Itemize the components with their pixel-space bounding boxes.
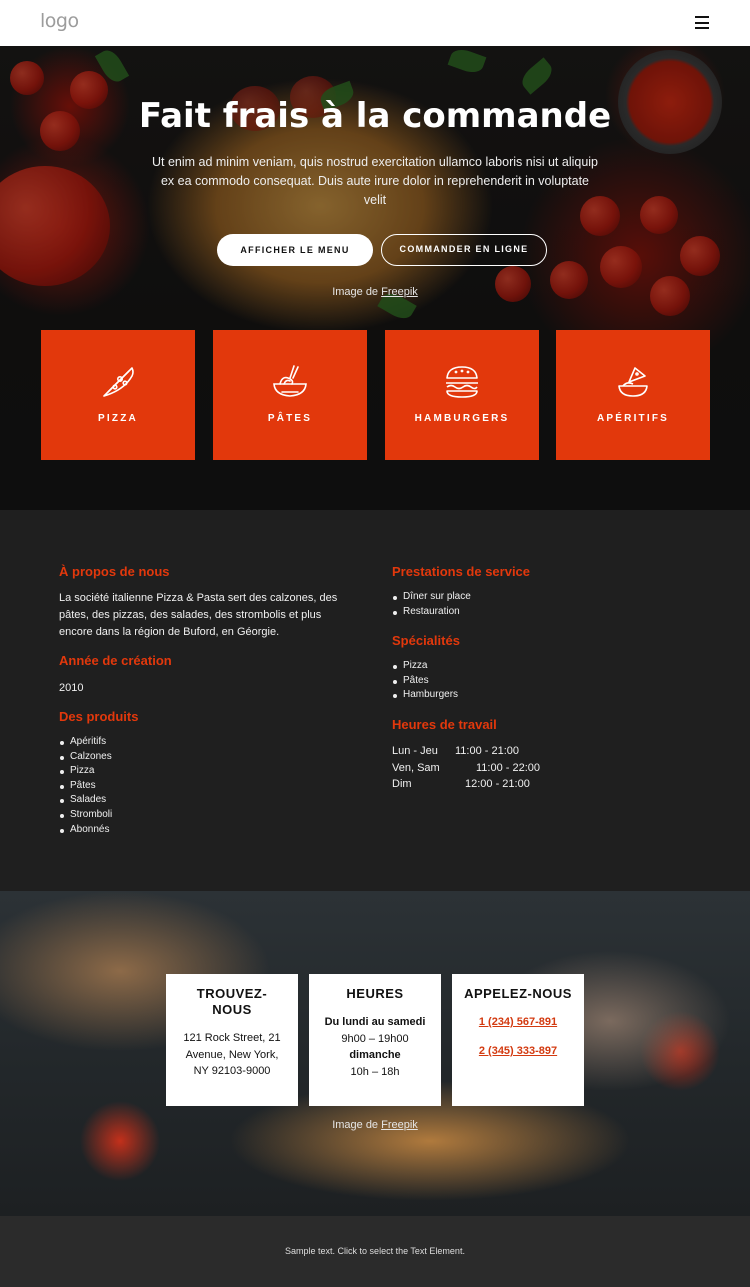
contact-section: TROUVEZ-NOUS 121 Rock Street, 21 Avenue,… xyxy=(0,891,750,1216)
address: 121 Rock Street, 21 Avenue, New York, NY… xyxy=(183,1032,281,1077)
call-us-title: APPELEZ-NOUS xyxy=(464,986,572,1001)
burger-icon xyxy=(446,366,478,398)
founded-value: 2010 xyxy=(59,682,84,694)
hero-title: Fait frais à la commande xyxy=(138,96,612,136)
list-item: Calzones xyxy=(59,750,112,765)
show-menu-button[interactable]: AFFICHER LE MENU xyxy=(217,234,373,266)
hero-description: Ut enim ad minim veniam, quis nostrud ex… xyxy=(151,155,599,207)
site-header: logo xyxy=(0,0,750,46)
list-item: Pizza xyxy=(392,659,458,674)
category-pizza[interactable]: PIZZA xyxy=(41,330,195,460)
specialties-heading: Spécialités xyxy=(392,633,460,648)
hours-card: HEURES Du lundi au samedi 9h00 – 19h00 d… xyxy=(309,974,441,1106)
services-heading: Prestations de service xyxy=(392,564,531,579)
list-item: Pâtes xyxy=(392,674,458,689)
category-aperitifs[interactable]: APÉRITIFS xyxy=(556,330,710,460)
find-us-card: TROUVEZ-NOUS 121 Rock Street, 21 Avenue,… xyxy=(166,974,298,1106)
category-label: PÂTES xyxy=(267,413,313,424)
list-item: Stromboli xyxy=(59,808,112,823)
list-item: Apéritifs xyxy=(59,735,112,750)
list-item: Restauration xyxy=(392,605,471,620)
info-section: À propos de nous La société italienne Pi… xyxy=(0,510,750,891)
hours-heading: Heures de travail xyxy=(392,717,497,732)
products-heading: Des produits xyxy=(59,709,139,724)
site-footer: Sample text. Click to select the Text El… xyxy=(0,1216,750,1287)
about-heading: À propos de nous xyxy=(59,564,170,579)
about-text: La société italienne Pizza & Pasta sert … xyxy=(59,592,338,638)
category-hamburgers[interactable]: HAMBURGERS xyxy=(385,330,539,460)
list-item: Salades xyxy=(59,793,112,808)
opening-hours: Du lundi au samedi 9h00 – 19h00 dimanche… xyxy=(324,1016,426,1078)
footer-text[interactable]: Sample text. Click to select the Text El… xyxy=(0,1246,750,1256)
list-item: Hamburgers xyxy=(392,688,458,703)
list-item: Dîner sur place xyxy=(392,590,471,605)
call-us-card: APPELEZ-NOUS 1 (234) 567-891 2 (345) 333… xyxy=(452,974,584,1106)
find-us-title: TROUVEZ-NOUS xyxy=(196,986,268,1017)
category-label: PIZZA xyxy=(98,413,138,424)
contact-image-credit: Image de Freepik xyxy=(332,1119,418,1131)
services-list: Dîner sur place Restauration xyxy=(392,590,471,619)
phone-link-1[interactable]: 1 (234) 567-891 xyxy=(452,1016,584,1028)
category-pasta[interactable]: PÂTES xyxy=(213,330,367,460)
specialties-list: Pizza Pâtes Hamburgers xyxy=(392,659,458,703)
pasta-bowl-icon xyxy=(273,365,307,397)
freepik-link[interactable]: Freepik xyxy=(381,286,418,298)
logo[interactable]: logo xyxy=(40,10,79,32)
category-label: HAMBURGERS xyxy=(414,413,510,424)
list-item: Abonnés xyxy=(59,823,112,838)
list-item: Pizza xyxy=(59,764,112,779)
order-online-button[interactable]: COMMANDER EN LIGNE xyxy=(381,234,547,266)
founded-heading: Année de création xyxy=(59,653,172,668)
hours-title: HEURES xyxy=(346,986,404,1001)
hero-section: Fait frais à la commande Ut enim ad mini… xyxy=(0,46,750,510)
category-label: APÉRITIFS xyxy=(596,413,670,424)
hero-image-credit: Image de Freepik xyxy=(332,286,418,298)
hamburger-menu-icon[interactable] xyxy=(695,16,709,29)
products-list: Apéritifs Calzones Pizza Pâtes Salades S… xyxy=(59,735,112,837)
list-item: Pâtes xyxy=(59,779,112,794)
freepik-link[interactable]: Freepik xyxy=(381,1119,418,1131)
snack-bowl-icon xyxy=(618,367,648,397)
phone-link-2[interactable]: 2 (345) 333-897 xyxy=(452,1045,584,1057)
pizza-slice-icon xyxy=(103,367,134,397)
